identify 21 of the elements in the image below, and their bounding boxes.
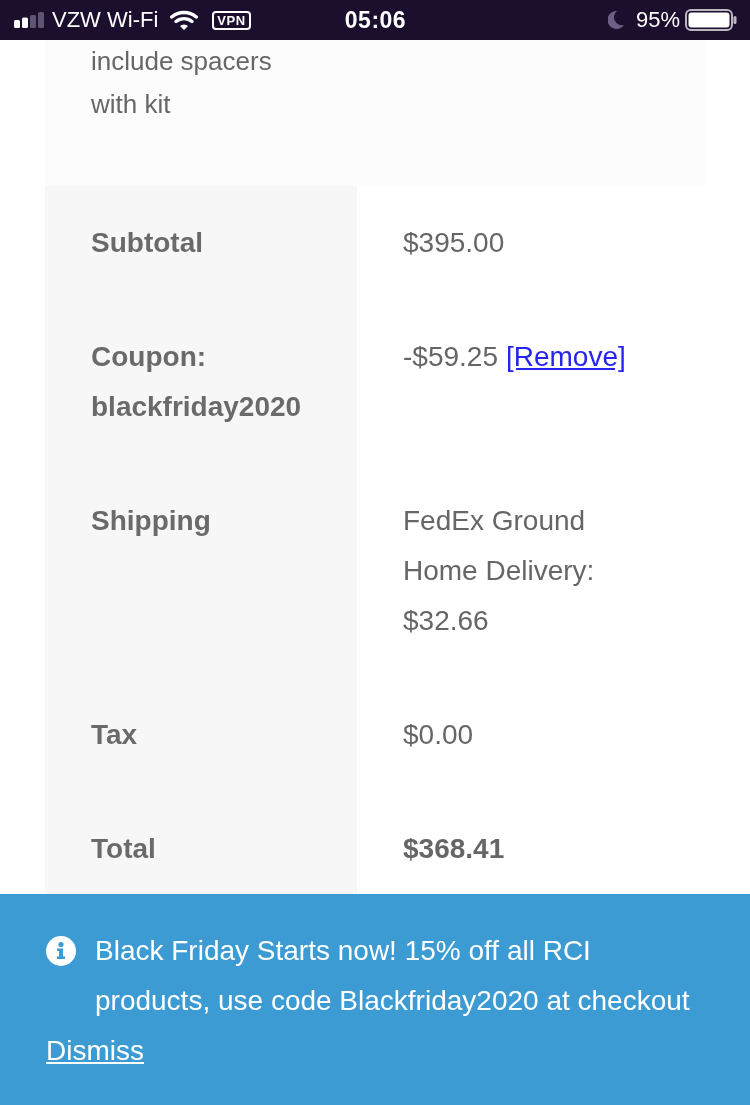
row-label: Tax <box>45 678 357 792</box>
battery-percent: 95% <box>635 7 680 33</box>
row-label: Shipping <box>45 464 357 678</box>
moon-icon <box>607 11 624 29</box>
row-value: $0.00 <box>403 719 474 750</box>
row-label: Subtotal <box>45 186 357 300</box>
vpn-badge: VPN <box>212 10 251 30</box>
info-icon <box>46 936 76 966</box>
signal-icon <box>14 12 44 28</box>
battery-icon <box>685 9 737 31</box>
row-value: -$59.25 <box>403 341 498 372</box>
remove-coupon-link[interactable]: [Remove] <box>505 341 626 372</box>
row-value: $368.41 <box>403 833 505 864</box>
wifi-icon <box>170 10 199 30</box>
row-value: $395.00 <box>403 227 505 258</box>
clock-time: 05:06 <box>344 6 407 34</box>
carrier-name: VZW Wi-Fi <box>52 7 159 33</box>
row-value: FedEx Ground Home Delivery: $32.66 <box>403 505 595 636</box>
row-label: Coupon: blackfriday2020 <box>45 300 357 464</box>
item-note: include spacers with kit <box>91 45 273 121</box>
notice-text: Black Friday Starts now! 15% off all RCI products, use code Blackfriday2020 at checkout <box>95 934 691 1018</box>
